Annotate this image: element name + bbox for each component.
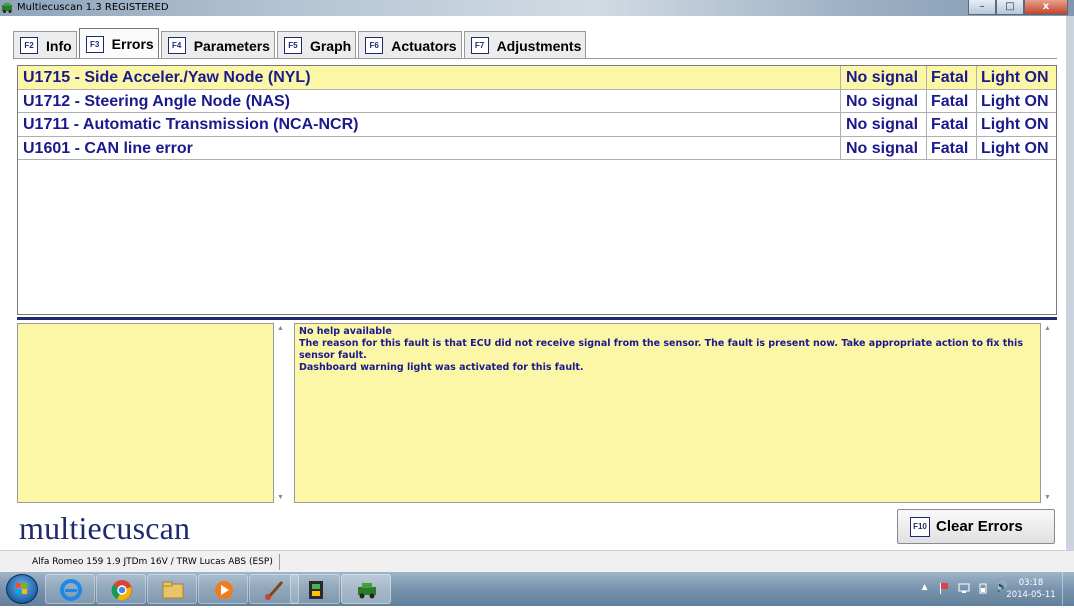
media-player-icon (215, 581, 233, 599)
error-light: Light ON (976, 89, 1056, 112)
f6-key-icon: F6 (365, 37, 384, 54)
internet-explorer-icon (60, 579, 82, 601)
scroll-down-icon[interactable]: ▼ (1044, 494, 1051, 501)
scroll-up-icon[interactable]: ▲ (277, 325, 284, 332)
clear-errors-button[interactable]: F10 Clear Errors (897, 509, 1055, 544)
network-icon[interactable] (958, 582, 970, 594)
f10-key-icon: F10 (910, 516, 930, 537)
taskbar: ▲ 🔊 03:18 2014-05-11 (0, 572, 1074, 606)
clock-time: 03:18 (1018, 578, 1044, 588)
close-button[interactable]: x (1024, 0, 1068, 15)
tab-label: Actuators (391, 37, 457, 54)
scroll-down-icon[interactable]: ▼ (277, 494, 284, 501)
error-list[interactable]: U1715 - Side Acceler./Yaw Node (NYL) No … (17, 65, 1057, 315)
f2-key-icon: F2 (20, 37, 38, 54)
error-code: U1711 - Automatic Transmission (NCA-NCR) (23, 116, 359, 133)
error-severity: Fatal (926, 89, 976, 112)
tab-label: Errors (111, 36, 154, 52)
error-severity: Fatal (926, 136, 976, 159)
error-signal: No signal (840, 136, 926, 159)
f3-key-icon: F3 (85, 35, 104, 53)
tab-label: Parameters (193, 37, 270, 54)
start-button[interactable] (6, 574, 38, 604)
window-title: Multiecuscan 1.3 REGISTERED (17, 2, 169, 13)
chrome-icon (111, 580, 132, 601)
f5-key-icon: F5 (283, 37, 302, 54)
taskbar-media-player[interactable] (198, 574, 248, 604)
error-code: U1601 - CAN line error (23, 139, 193, 157)
title-bar: Multiecuscan 1.3 REGISTERED – □ x (0, 0, 1074, 16)
show-desktop-button[interactable] (1062, 572, 1074, 606)
error-code: U1712 - Steering Angle Node (NAS) (23, 92, 291, 110)
clock[interactable]: 03:18 2014-05-11 (1005, 577, 1057, 601)
help-note: Dashboard warning light was activated fo… (299, 362, 584, 373)
error-row[interactable]: U1601 - CAN line error No signal Fatal L… (18, 136, 1056, 160)
f4-key-icon: F4 (167, 37, 186, 54)
help-description: The reason for this fault is that ECU di… (299, 338, 1023, 361)
tray-expand-icon[interactable]: ▲ (920, 582, 930, 594)
windows-logo-icon (16, 583, 27, 594)
f7-key-icon: F7 (470, 37, 489, 54)
error-row[interactable]: U1715 - Side Acceler./Yaw Node (NYL) No … (18, 66, 1056, 90)
multiecuscan-logo: multiecuscan (19, 510, 191, 546)
right-scrollbar[interactable]: ▲ ▼ (1042, 323, 1054, 503)
tab-label: Graph (309, 37, 352, 54)
error-signal: No signal (840, 66, 926, 89)
error-severity: Fatal (926, 113, 976, 136)
tab-info[interactable]: F2 Info (13, 31, 77, 59)
main-window: F2 Info F3 Errors F4 Parameters F5 Graph… (0, 16, 1074, 550)
tab-label: Info (46, 37, 72, 54)
multiecuscan-app-icon (358, 583, 376, 599)
tab-errors[interactable]: F3 Errors (78, 28, 159, 59)
panel-divider (17, 317, 1057, 320)
error-signal: No signal (840, 113, 926, 136)
film-strip-icon (309, 581, 323, 599)
tab-underline (13, 58, 1057, 59)
help-title: No help available (299, 326, 392, 337)
tab-label: Adjustments (496, 37, 582, 54)
tab-graph[interactable]: F5 Graph (276, 31, 357, 59)
minimize-button[interactable]: – (968, 0, 996, 15)
tab-bar: F2 Info F3 Errors F4 Parameters F5 Graph… (13, 28, 588, 59)
tab-parameters[interactable]: F4 Parameters (160, 31, 275, 59)
left-scrollbar[interactable]: ▲ ▼ (275, 323, 287, 503)
taskbar-multiecuscan[interactable] (341, 574, 391, 604)
help-panel[interactable]: No help available The reason for this fa… (294, 323, 1041, 503)
system-tray: ▲ 🔊 (920, 582, 1008, 594)
clear-errors-label: Clear Errors (936, 518, 1023, 535)
error-code: U1715 - Side Acceler./Yaw Node (NYL) (23, 69, 311, 86)
error-signal: No signal (840, 89, 926, 112)
taskbar-explorer[interactable] (147, 574, 197, 604)
action-center-flag-icon[interactable] (938, 582, 950, 594)
scroll-up-icon[interactable]: ▲ (1044, 325, 1051, 332)
battery-icon[interactable] (978, 582, 988, 594)
error-severity: Fatal (926, 66, 976, 89)
app-icon (2, 3, 12, 13)
taskbar-ie[interactable] (45, 574, 95, 604)
folder-icon (162, 581, 184, 599)
error-light: Light ON (976, 113, 1056, 136)
taskbar-movie[interactable] (290, 574, 340, 604)
error-row[interactable]: U1712 - Steering Angle Node (NAS) No sig… (18, 89, 1056, 113)
maximize-button[interactable]: □ (996, 0, 1024, 15)
status-bar: Alfa Romeo 159 1.9 JTDm 16V / TRW Lucas … (0, 550, 1074, 572)
taskbar-chrome[interactable] (96, 574, 146, 604)
error-light: Light ON (976, 136, 1056, 159)
paintbrush-icon (265, 581, 284, 600)
tab-actuators[interactable]: F6 Actuators (358, 31, 462, 59)
freeze-frame-panel[interactable] (17, 323, 274, 503)
clock-date: 2014-05-11 (1006, 590, 1056, 600)
error-row[interactable]: U1711 - Automatic Transmission (NCA-NCR)… (18, 113, 1056, 137)
tab-adjustments[interactable]: F7 Adjustments (463, 31, 587, 59)
error-light: Light ON (976, 66, 1056, 89)
vehicle-status: Alfa Romeo 159 1.9 JTDm 16V / TRW Lucas … (26, 554, 280, 570)
